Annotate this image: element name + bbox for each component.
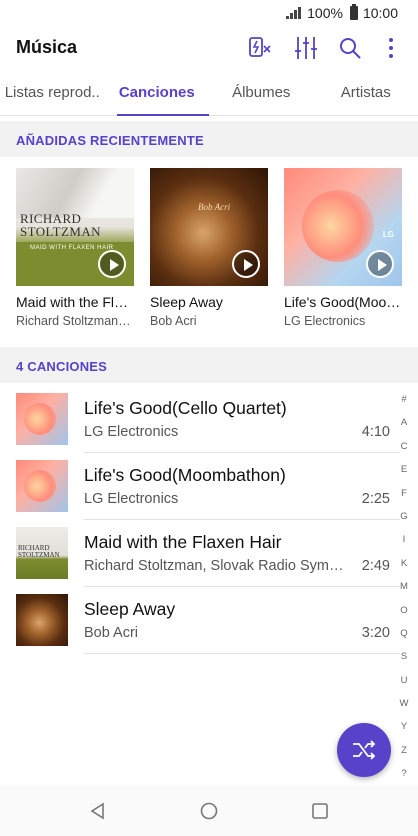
tab-artists[interactable]: Artistas bbox=[314, 70, 418, 115]
clock: 10:00 bbox=[362, 5, 398, 21]
index-letter[interactable]: S bbox=[395, 645, 413, 668]
back-icon[interactable] bbox=[88, 801, 108, 821]
index-letter[interactable]: U bbox=[395, 669, 413, 692]
recent-card[interactable]: Bob Acri Sleep Away Bob Acri bbox=[150, 168, 268, 328]
index-letter[interactable]: M bbox=[395, 575, 413, 598]
song-row[interactable]: Life's Good(Cello Quartet) LG Electronic… bbox=[0, 386, 400, 453]
index-letter[interactable]: # bbox=[395, 388, 413, 411]
index-letter[interactable]: ? bbox=[395, 762, 413, 785]
song-title: Maid with the Flaxen Hair bbox=[84, 532, 282, 552]
index-letter[interactable]: O bbox=[395, 599, 413, 622]
thumbnail-text: RICHARD STOLTZMAN bbox=[18, 544, 60, 559]
recent-card[interactable]: LG Life's Good(Moombathon) LG Electronic… bbox=[284, 168, 402, 328]
song-duration: 3:20 bbox=[361, 625, 390, 641]
play-icon[interactable] bbox=[232, 250, 260, 278]
index-letter[interactable]: F bbox=[395, 482, 413, 505]
battery-icon bbox=[349, 4, 358, 20]
song-artist: Richard Stoltzman, Slovak Radio Symphony… bbox=[84, 558, 348, 574]
recent-card-artist: Richard Stoltzman, Slovak Radio Symphony… bbox=[16, 314, 134, 328]
cut-audio-icon[interactable] bbox=[246, 34, 274, 62]
song-duration: 2:25 bbox=[361, 491, 390, 507]
song-title: Sleep Away bbox=[84, 599, 176, 619]
song-artist: LG Electronics bbox=[84, 491, 179, 507]
album-art-text: RICHARD STOLTZMAN bbox=[20, 211, 101, 239]
song-thumbnail bbox=[16, 594, 68, 646]
song-duration: 2:49 bbox=[361, 558, 390, 574]
alphabet-index[interactable]: # A C E F G I K M O Q S U W Y Z ? bbox=[395, 388, 413, 786]
song-list: Life's Good(Cello Quartet) LG Electronic… bbox=[0, 386, 400, 654]
song-title: Life's Good(Cello Quartet) bbox=[84, 398, 287, 418]
recents-icon[interactable] bbox=[310, 801, 330, 821]
song-duration: 4:10 bbox=[361, 424, 390, 440]
song-thumbnail bbox=[16, 393, 68, 445]
home-icon[interactable] bbox=[199, 801, 219, 821]
app-bar: Música bbox=[0, 26, 418, 70]
album-art: RICHARD STOLTZMAN MAID WITH FLAXEN HAIR bbox=[16, 168, 134, 286]
index-letter[interactable]: Q bbox=[395, 622, 413, 645]
song-title: Life's Good(Moombathon) bbox=[84, 465, 286, 485]
album-art-text: Bob Acri bbox=[198, 202, 231, 212]
more-options-icon[interactable] bbox=[377, 34, 405, 62]
play-icon[interactable] bbox=[98, 250, 126, 278]
signal-icon bbox=[286, 7, 302, 19]
system-nav-bar bbox=[0, 786, 418, 836]
play-icon[interactable] bbox=[366, 250, 394, 278]
tab-playlists[interactable]: Listas reprod.. bbox=[0, 70, 105, 115]
recent-card-artist: Bob Acri bbox=[150, 314, 197, 328]
search-icon[interactable] bbox=[336, 34, 364, 62]
index-letter[interactable]: E bbox=[395, 458, 413, 481]
tab-songs[interactable]: Canciones bbox=[105, 70, 210, 116]
song-row[interactable]: Sleep Away Bob Acri 3:20 bbox=[0, 587, 400, 654]
album-art-text: LG bbox=[382, 230, 394, 239]
status-bar: 100% 10:00 bbox=[0, 0, 418, 26]
recent-section-header: AÑADIDAS RECIENTEMENTE bbox=[0, 121, 418, 157]
song-thumbnail bbox=[16, 460, 68, 512]
recent-card-title: Maid with the Flaxen Hair bbox=[16, 294, 134, 310]
page-title: Música bbox=[16, 37, 78, 57]
index-letter[interactable]: Z bbox=[395, 739, 413, 762]
song-artist: Bob Acri bbox=[84, 625, 138, 641]
shuffle-icon bbox=[353, 740, 376, 760]
songs-section-header: 4 CANCIONES bbox=[0, 347, 418, 383]
album-art: LG bbox=[284, 168, 402, 286]
index-letter[interactable]: Y bbox=[395, 715, 413, 738]
index-letter[interactable]: A bbox=[395, 411, 413, 434]
album-art-subtext: MAID WITH FLAXEN HAIR bbox=[30, 245, 114, 251]
tab-bar: Listas reprod.. Canciones Álbumes Artist… bbox=[0, 70, 418, 116]
equalizer-icon[interactable] bbox=[292, 34, 320, 62]
recent-card-artist: LG Electronics bbox=[284, 314, 366, 328]
index-letter[interactable]: C bbox=[395, 435, 413, 458]
song-artist: LG Electronics bbox=[84, 424, 179, 440]
index-letter[interactable]: K bbox=[395, 552, 413, 575]
song-thumbnail: RICHARD STOLTZMAN bbox=[16, 527, 68, 579]
index-letter[interactable]: G bbox=[395, 505, 413, 528]
recent-carousel: RICHARD STOLTZMAN MAID WITH FLAXEN HAIR … bbox=[16, 168, 416, 338]
song-row[interactable]: Life's Good(Moombathon) LG Electronics 2… bbox=[0, 453, 400, 520]
album-art: Bob Acri bbox=[150, 168, 268, 286]
index-letter[interactable]: W bbox=[395, 692, 413, 715]
battery-percent: 100% bbox=[307, 5, 343, 21]
recent-card-title: Life's Good(Moombathon) bbox=[284, 294, 402, 310]
song-row[interactable]: RICHARD STOLTZMAN Maid with the Flaxen H… bbox=[0, 520, 400, 587]
tab-albums[interactable]: Álbumes bbox=[209, 70, 314, 115]
recent-card[interactable]: RICHARD STOLTZMAN MAID WITH FLAXEN HAIR … bbox=[16, 168, 134, 328]
shuffle-button[interactable] bbox=[337, 723, 391, 777]
recent-card-title: Sleep Away bbox=[150, 294, 223, 310]
index-letter[interactable]: I bbox=[395, 528, 413, 551]
